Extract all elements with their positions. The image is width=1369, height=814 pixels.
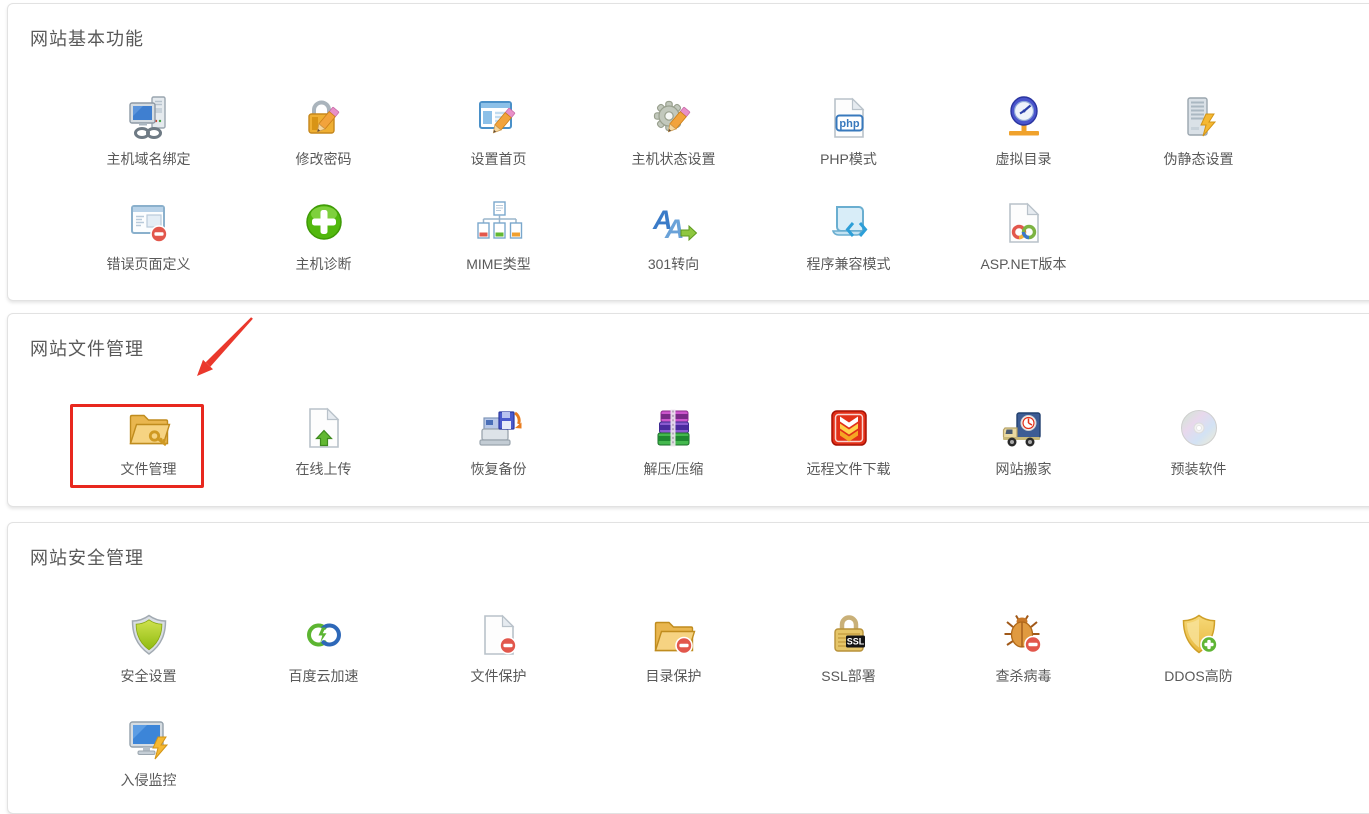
feature-label: DDOS高防 xyxy=(1164,666,1232,686)
feature-row: 安全设置 百度云加速 文件保护 目录保护 SSL部署 查杀病毒 DDOS高防 xyxy=(61,611,1286,686)
section-title: 网站基本功能 xyxy=(30,25,144,51)
red-download-icon xyxy=(825,404,873,452)
mime-tree-icon xyxy=(475,199,523,247)
feature-label: 主机状态设置 xyxy=(632,149,716,169)
feature-item-rewrite-setting[interactable]: 伪静态设置 xyxy=(1111,94,1286,169)
feature-label: 恢复备份 xyxy=(471,459,527,479)
feature-item-remote-download[interactable]: 远程文件下载 xyxy=(761,404,936,479)
feature-item-baidu-cloud-acceleration[interactable]: 百度云加速 xyxy=(236,611,411,686)
feature-label: 解压/压缩 xyxy=(644,459,704,479)
section-panel-file-management: 网站文件管理 文件管理 在线上传 恢复备份 解压/压缩 远程文件下载 网站搬家 xyxy=(7,313,1369,507)
section-title: 网站文件管理 xyxy=(30,335,144,361)
feature-label: 查杀病毒 xyxy=(996,666,1052,686)
aspnet-page-icon xyxy=(1000,199,1048,247)
feature-label: 主机域名绑定 xyxy=(107,149,191,169)
feature-label: 远程文件下载 xyxy=(807,459,891,479)
monitor-bolt-icon xyxy=(125,715,173,763)
scroll-code-icon xyxy=(825,199,873,247)
feature-label: 在线上传 xyxy=(296,459,352,479)
feature-label: 入侵监控 xyxy=(121,770,177,790)
feature-label: MIME类型 xyxy=(466,254,531,274)
feature-item-site-migration[interactable]: 网站搬家 xyxy=(936,404,1111,479)
feature-label: PHP模式 xyxy=(820,149,877,169)
feature-item-virtual-directory[interactable]: 虚拟目录 xyxy=(936,94,1111,169)
page-upload-icon xyxy=(300,404,348,452)
feature-label: 百度云加速 xyxy=(289,666,359,686)
gold-shield-plus-icon xyxy=(1175,611,1223,659)
ssl-lock-icon xyxy=(825,611,873,659)
green-shield-icon xyxy=(125,611,173,659)
feature-label: 主机诊断 xyxy=(296,254,352,274)
feature-item-preinstalled-software[interactable]: 预装软件 xyxy=(1111,404,1286,479)
feature-item-online-upload[interactable]: 在线上传 xyxy=(236,404,411,479)
feature-row: 错误页面定义 主机诊断 MIME类型 301转向 程序兼容模式 ASP.NET版… xyxy=(61,199,1111,274)
feature-item-unzip-zip[interactable]: 解压/压缩 xyxy=(586,404,761,479)
clock-network-icon xyxy=(1000,94,1048,142)
feature-item-host-status-setting[interactable]: 主机状态设置 xyxy=(586,94,761,169)
feature-label: 虚拟目录 xyxy=(996,149,1052,169)
window-pencil-icon xyxy=(475,94,523,142)
feature-item-restore-backup[interactable]: 恢复备份 xyxy=(411,404,586,479)
winrar-books-icon xyxy=(650,404,698,452)
feature-item-change-password[interactable]: 修改密码 xyxy=(236,94,411,169)
server-bolt-icon xyxy=(1175,94,1223,142)
feature-item-set-homepage[interactable]: 设置首页 xyxy=(411,94,586,169)
feature-item-intrusion-monitoring[interactable]: 入侵监控 xyxy=(61,715,236,790)
feature-item-ssl-deploy[interactable]: SSL部署 xyxy=(761,611,936,686)
moving-truck-icon xyxy=(1000,404,1048,452)
folder-key-icon xyxy=(125,404,173,452)
feature-item-host-diagnosis[interactable]: 主机诊断 xyxy=(236,199,411,274)
feature-row: 主机域名绑定 修改密码 设置首页 主机状态设置 PHP模式 虚拟目录 伪静态设置 xyxy=(61,94,1286,169)
feature-label: 错误页面定义 xyxy=(107,254,191,274)
window-minus-icon xyxy=(125,199,173,247)
feature-label: 程序兼容模式 xyxy=(807,254,891,274)
feature-item-301-redirect[interactable]: 301转向 xyxy=(586,199,761,274)
folder-minus-icon xyxy=(650,611,698,659)
gear-pencil-icon xyxy=(650,94,698,142)
feature-item-php-mode[interactable]: PHP模式 xyxy=(761,94,936,169)
feature-item-virus-scan[interactable]: 查杀病毒 xyxy=(936,611,1111,686)
feature-row: 文件管理 在线上传 恢复备份 解压/压缩 远程文件下载 网站搬家 预装软件 xyxy=(61,404,1286,479)
php-page-icon xyxy=(825,94,873,142)
host-computer-chain-icon xyxy=(125,94,173,142)
feature-label: 网站搬家 xyxy=(996,459,1052,479)
feature-item-program-compat-mode[interactable]: 程序兼容模式 xyxy=(761,199,936,274)
section-panel-security-management: 网站安全管理 安全设置 百度云加速 文件保护 目录保护 SSL部署 查杀病毒 D… xyxy=(7,522,1369,814)
feature-item-error-page-define[interactable]: 错误页面定义 xyxy=(61,199,236,274)
section-title: 网站安全管理 xyxy=(30,544,144,570)
feature-label: SSL部署 xyxy=(821,666,875,686)
letters-arrow-icon xyxy=(650,199,698,247)
feature-label: 目录保护 xyxy=(646,666,702,686)
feature-item-mime-type[interactable]: MIME类型 xyxy=(411,199,586,274)
feature-label: 设置首页 xyxy=(471,149,527,169)
feature-item-directory-protection[interactable]: 目录保护 xyxy=(586,611,761,686)
bug-minus-icon xyxy=(1000,611,1048,659)
feature-item-file-protection[interactable]: 文件保护 xyxy=(411,611,586,686)
feature-label: 修改密码 xyxy=(296,149,352,169)
baidu-cloud-icon xyxy=(300,611,348,659)
page-minus-icon xyxy=(475,611,523,659)
feature-row: 入侵监控 xyxy=(61,715,236,790)
feature-item-ddos-protection[interactable]: DDOS高防 xyxy=(1111,611,1286,686)
feature-label: ASP.NET版本 xyxy=(980,254,1066,274)
feature-item-host-domain-binding[interactable]: 主机域名绑定 xyxy=(61,94,236,169)
feature-label: 文件管理 xyxy=(121,459,177,479)
feature-label: 安全设置 xyxy=(121,666,177,686)
feature-label: 伪静态设置 xyxy=(1164,149,1234,169)
green-plus-circle-icon xyxy=(300,199,348,247)
lock-pencil-icon xyxy=(300,94,348,142)
feature-label: 预装软件 xyxy=(1171,459,1227,479)
backup-restore-icon xyxy=(475,404,523,452)
feature-item-aspnet-version[interactable]: ASP.NET版本 xyxy=(936,199,1111,274)
cd-disc-icon xyxy=(1175,404,1223,452)
feature-item-file-manager[interactable]: 文件管理 xyxy=(61,404,236,479)
feature-label: 301转向 xyxy=(648,254,699,274)
feature-label: 文件保护 xyxy=(471,666,527,686)
feature-item-security-setting[interactable]: 安全设置 xyxy=(61,611,236,686)
section-panel-basic-functions: 网站基本功能 主机域名绑定 修改密码 设置首页 主机状态设置 PHP模式 虚拟目… xyxy=(7,3,1369,301)
